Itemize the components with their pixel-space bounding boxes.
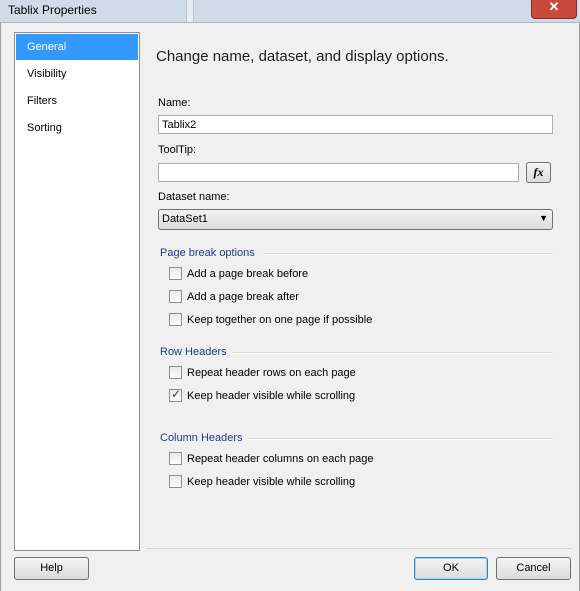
- expression-button[interactable]: fx: [526, 162, 551, 183]
- close-icon: ✕: [548, 0, 560, 14]
- repeat-header-columns-checkbox[interactable]: [169, 452, 182, 465]
- window-title: Tablix Properties: [8, 3, 97, 17]
- sidebar-item-visibility[interactable]: Visibility: [16, 61, 138, 87]
- sidebar-item-sorting[interactable]: Sorting: [16, 115, 138, 141]
- name-label: Name:: [158, 97, 191, 109]
- checkbox-label: Add a page break before: [187, 268, 309, 280]
- checkbox-label: Repeat header columns on each page: [187, 453, 374, 465]
- sidebar-item-label: Sorting: [27, 122, 62, 134]
- title-bar: Tablix Properties ✕: [0, 0, 580, 23]
- checkbox-label: Repeat header rows on each page: [187, 367, 356, 379]
- sidebar-item-label: Visibility: [27, 68, 67, 80]
- ok-button[interactable]: OK: [414, 557, 488, 580]
- sidebar-nav: General Visibility Filters Sorting: [14, 32, 140, 551]
- footer-divider: [146, 548, 572, 549]
- page-break-after-checkbox[interactable]: [169, 290, 182, 303]
- column-headers-group-title: Column Headers: [160, 432, 243, 444]
- chevron-down-icon: ▼: [539, 213, 548, 223]
- help-button-label: Help: [40, 562, 63, 574]
- repeat-header-rows-checkbox[interactable]: [169, 366, 182, 379]
- page-break-before-checkbox[interactable]: [169, 267, 182, 280]
- cancel-button-label: Cancel: [516, 562, 551, 574]
- tooltip-input[interactable]: [158, 163, 519, 182]
- keep-together-checkbox[interactable]: [169, 313, 182, 326]
- group-divider: [232, 352, 553, 354]
- sidebar-item-label: Filters: [27, 95, 57, 107]
- cancel-button[interactable]: Cancel: [496, 557, 571, 580]
- close-button[interactable]: ✕: [531, 0, 577, 19]
- title-bar-divider: [186, 0, 194, 22]
- sidebar-item-filters[interactable]: Filters: [16, 88, 138, 114]
- dataset-selected-value: DataSet1: [162, 213, 208, 225]
- sidebar-item-general[interactable]: General: [16, 34, 138, 60]
- row-header-visible-checkbox[interactable]: ✓: [169, 387, 182, 402]
- ok-button-label: OK: [443, 562, 459, 574]
- group-divider: [248, 438, 553, 440]
- checkbox-label: Keep header visible while scrolling: [187, 476, 356, 488]
- row-headers-group-title: Row Headers: [160, 346, 227, 358]
- column-header-visible-checkbox[interactable]: [169, 475, 182, 488]
- group-divider: [263, 253, 553, 255]
- checkbox-label: Keep header visible while scrolling: [187, 390, 356, 402]
- help-button[interactable]: Help: [14, 557, 89, 580]
- checkbox-label: Add a page break after: [187, 291, 299, 303]
- name-input[interactable]: [158, 115, 553, 134]
- sidebar-item-label: General: [27, 41, 67, 53]
- checkbox-label: Keep together on one page if possible: [187, 314, 373, 326]
- page-break-group-title: Page break options: [160, 247, 255, 259]
- dataset-label: Dataset name:: [158, 191, 230, 203]
- fx-icon: fx: [533, 165, 544, 179]
- page-heading: Change name, dataset, and display option…: [156, 48, 449, 65]
- dataset-dropdown[interactable]: DataSet1 ▼: [158, 209, 553, 230]
- tooltip-label: ToolTip:: [158, 144, 197, 156]
- checkmark-icon: ✓: [171, 387, 182, 401]
